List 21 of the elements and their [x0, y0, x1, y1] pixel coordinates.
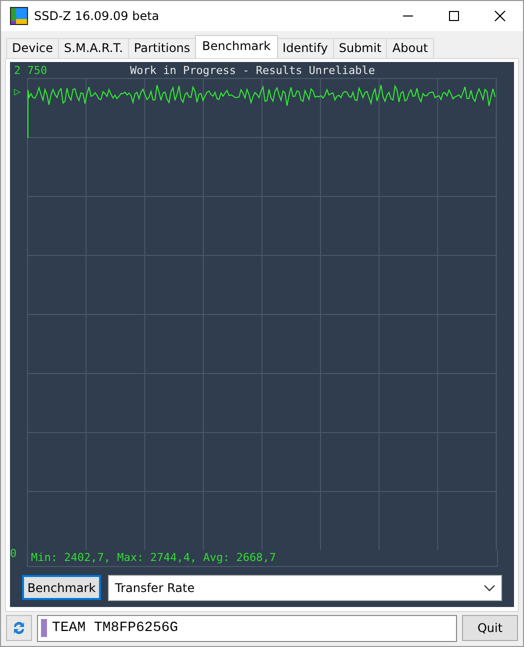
mode-dropdown[interactable]: Transfer Rate — [108, 575, 502, 601]
graph-title: Work in Progress - Results Unreliable — [130, 64, 376, 77]
refresh-arrows-icon — [11, 620, 27, 636]
caret-icon — [484, 584, 495, 592]
device-field[interactable]: TEAM TM8FP6256G — [37, 614, 457, 642]
device-color-icon — [41, 619, 47, 637]
close-icon — [494, 10, 506, 22]
graph-stats: Min: 2402,7, Max: 2744,4, Avg: 2668,7 — [27, 550, 498, 567]
device-name: TEAM TM8FP6256G — [52, 620, 178, 636]
maximize-icon — [448, 10, 460, 22]
window-title: SSD-Z 16.09.09 beta — [34, 9, 160, 23]
refresh-button[interactable] — [6, 615, 32, 641]
app-logo-icon — [10, 7, 28, 25]
axis-label: 0 — [10, 548, 18, 560]
tab[interactable]: About — [386, 38, 434, 58]
benchmark-button[interactable]: Benchmark — [22, 575, 101, 600]
axis-label: 2 750 — [14, 64, 48, 77]
tab[interactable]: Benchmark — [195, 35, 278, 58]
quit-button[interactable]: Quit — [462, 615, 518, 641]
position-marker: ▷ — [14, 86, 22, 98]
tab[interactable]: Device — [6, 38, 60, 58]
